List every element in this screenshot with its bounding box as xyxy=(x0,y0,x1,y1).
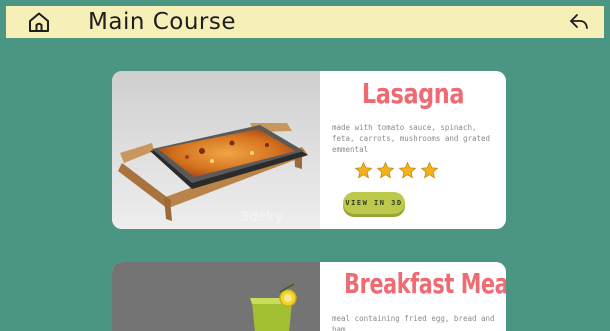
home-icon xyxy=(29,12,49,32)
breakfast-meal-image xyxy=(112,262,320,331)
lasagna-info: Lasagna made with tomato sauce, spinach,… xyxy=(320,71,506,229)
rating-stars xyxy=(354,161,439,180)
watermark-text: 3dsky xyxy=(240,210,284,225)
dish-card-lasagna[interactable]: 3dsky Lasagna made with tomato sauce, sp… xyxy=(112,71,506,229)
header-bar: Main Course xyxy=(6,6,604,38)
view-in-3d-button[interactable]: VIEW IN 3D xyxy=(343,192,405,214)
dish-title: Breakfast Meal xyxy=(344,267,506,300)
back-button[interactable] xyxy=(568,12,590,32)
dish-description: meal containing fried egg, bread and ham xyxy=(332,314,495,331)
star-icon xyxy=(376,161,395,179)
dish-card-breakfast-meal[interactable]: Breakfast Meal meal containing fried egg… xyxy=(112,262,506,331)
home-button[interactable] xyxy=(26,11,52,33)
back-arrow-icon xyxy=(570,14,588,29)
dish-description: made with tomato sauce, spinach, feta, c… xyxy=(332,123,491,154)
star-icon xyxy=(420,161,439,179)
lasagna-image: 3dsky xyxy=(112,71,320,229)
star-icon xyxy=(398,161,417,179)
dish-title: Lasagna xyxy=(361,77,465,110)
page-title: Main Course xyxy=(88,9,237,35)
star-icon xyxy=(354,161,373,179)
breakfast-meal-info: Breakfast Meal meal containing fried egg… xyxy=(320,262,506,331)
